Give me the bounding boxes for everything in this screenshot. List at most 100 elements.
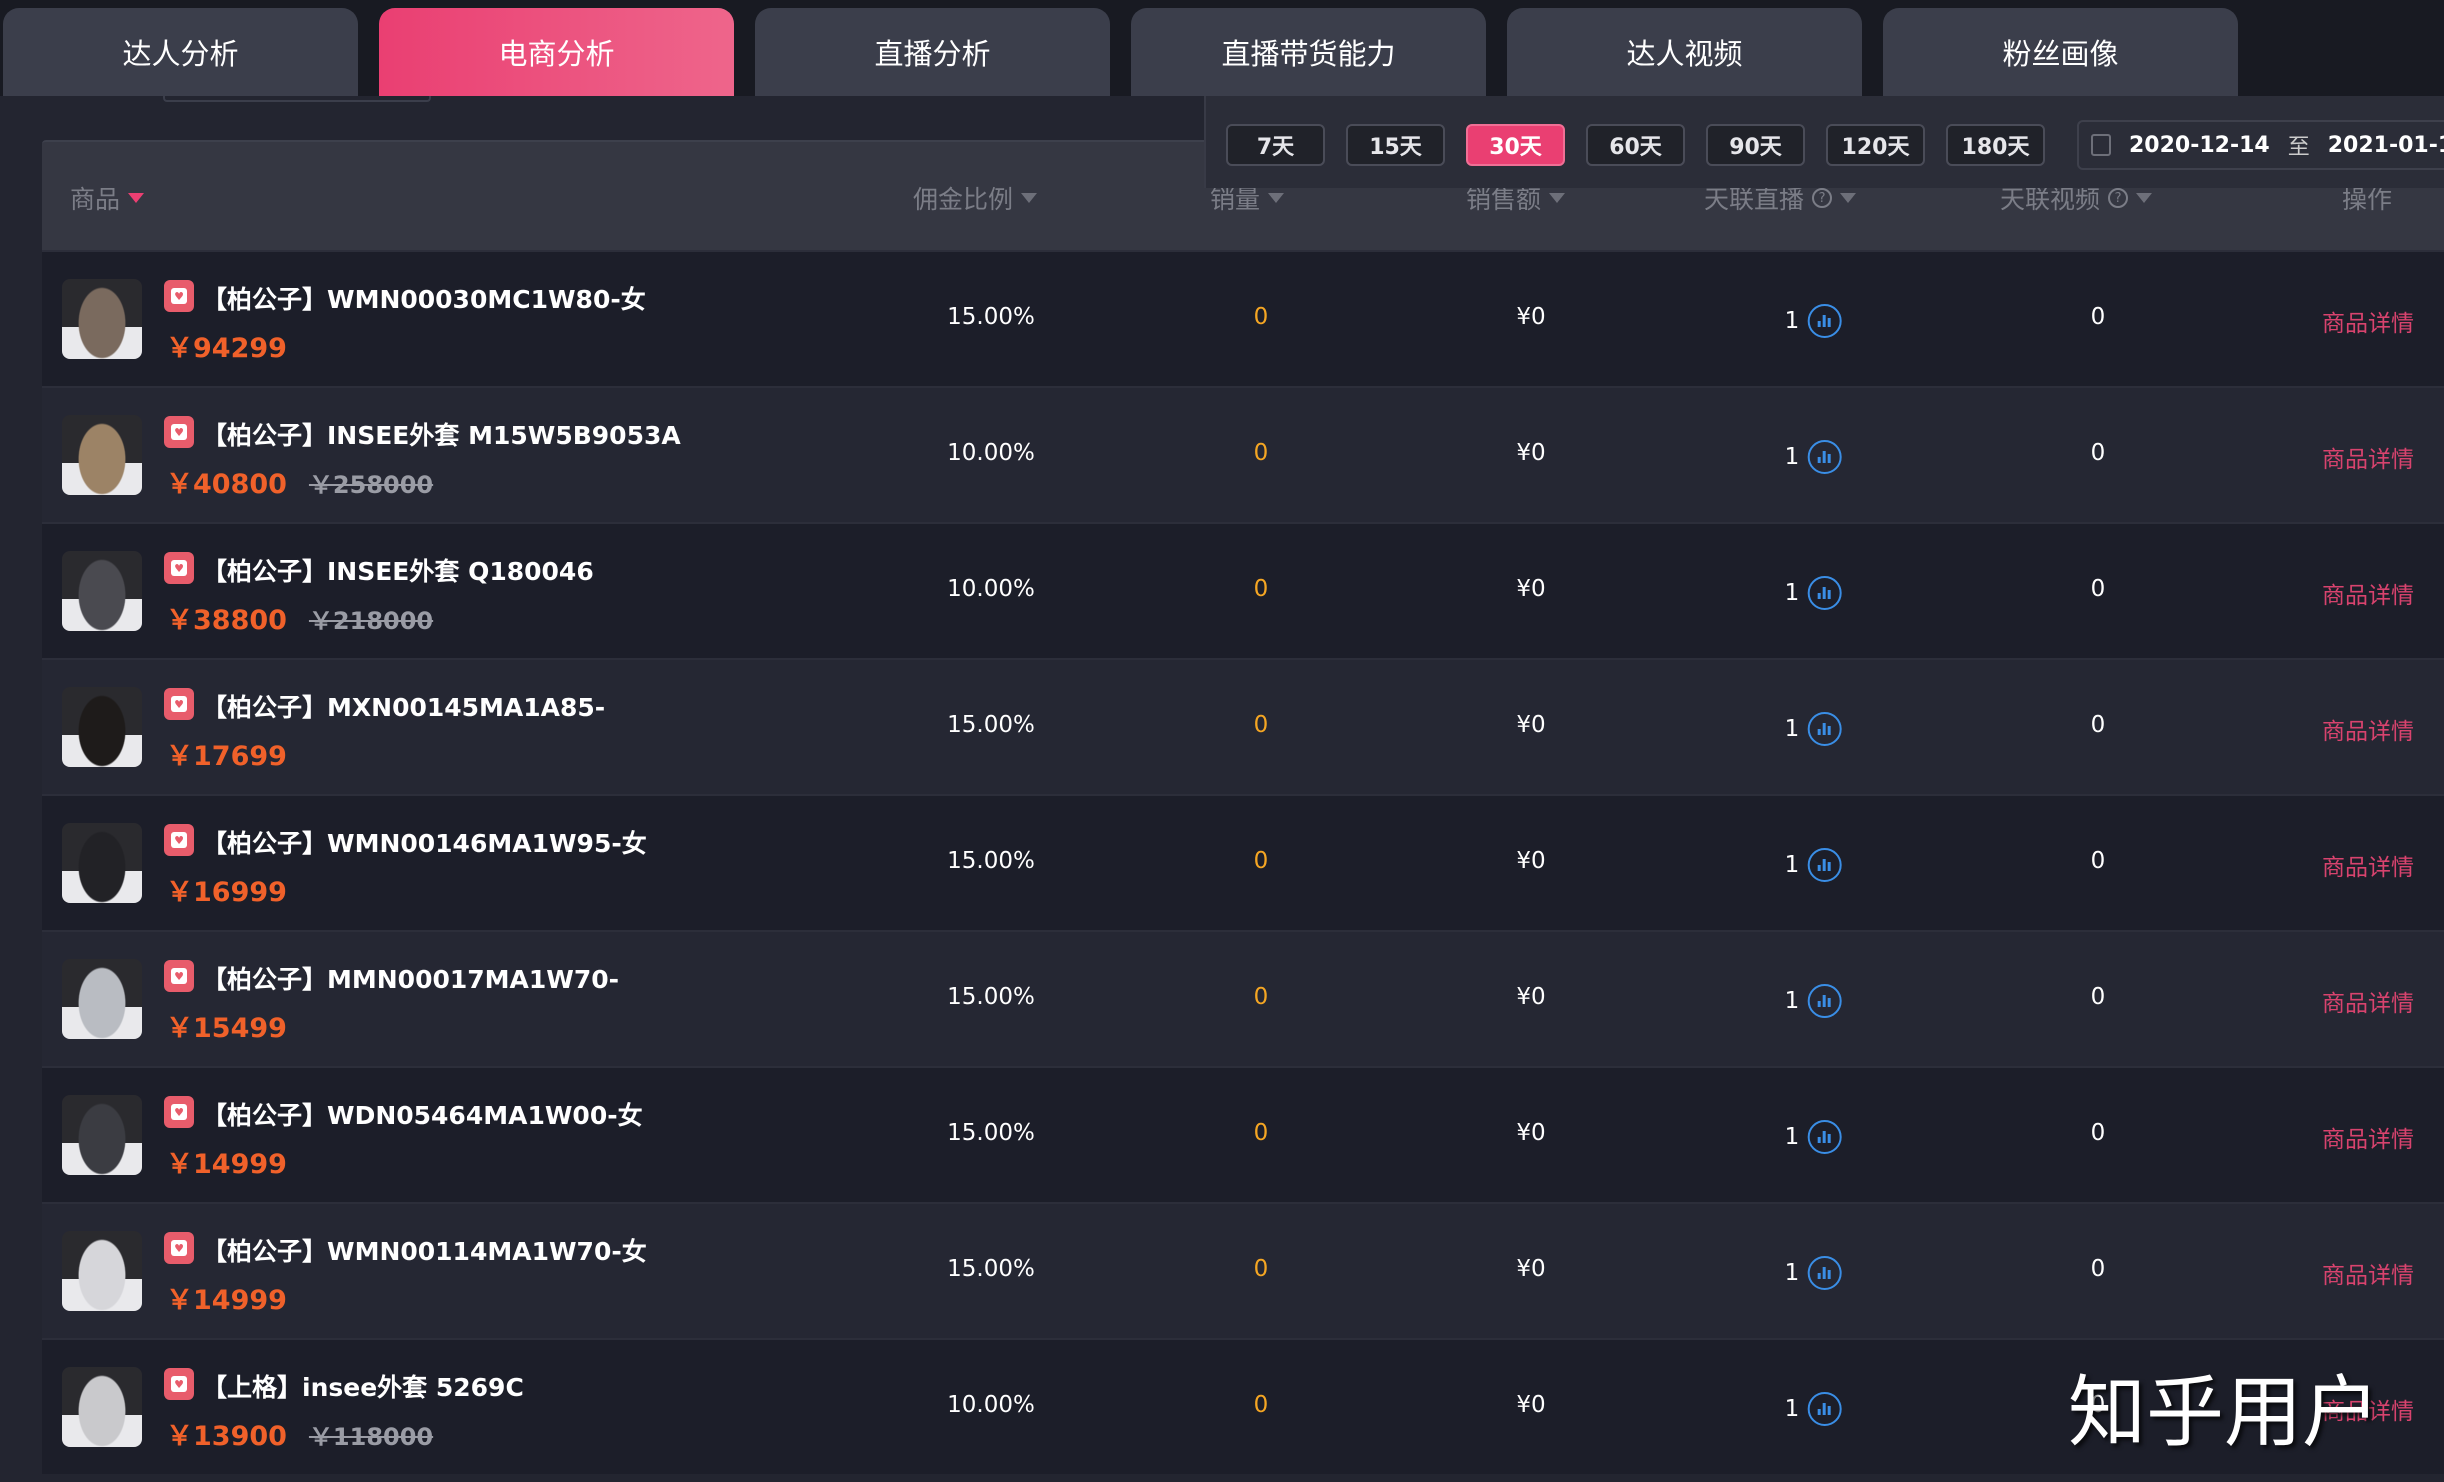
range-button[interactable]: 90天 bbox=[1706, 124, 1805, 166]
current-price: ￥40800 bbox=[166, 469, 287, 500]
table-row[interactable]: ♥ 【柏公子】INSEE外套 M15W5B9053A ￥40800 ￥258000… bbox=[42, 386, 2444, 522]
product-detail-link[interactable]: 商品详情 bbox=[2322, 984, 2414, 1018]
tab-2[interactable]: 直播分析 bbox=[755, 8, 1110, 96]
product-detail-link[interactable]: 商品详情 bbox=[2322, 1256, 2414, 1290]
product-thumbnail[interactable] bbox=[62, 1095, 142, 1175]
bar-chart-icon[interactable] bbox=[1807, 848, 1842, 882]
sales-value: 0 bbox=[1253, 1392, 1269, 1418]
sales-value: 0 bbox=[1253, 984, 1269, 1010]
live-count: 1 bbox=[1784, 988, 1800, 1014]
product-detail-link[interactable]: 商品详情 bbox=[2322, 712, 2414, 746]
live-cell: 1 bbox=[1785, 304, 1842, 338]
tab-underline bbox=[163, 96, 431, 102]
product-title[interactable]: 【柏公子】INSEE外套 M15W5B9053A bbox=[202, 416, 681, 452]
live-cell: 1 bbox=[1785, 440, 1842, 474]
product-thumbnail[interactable] bbox=[62, 687, 142, 767]
product-price: ￥16999 bbox=[166, 870, 287, 909]
product-detail-link[interactable]: 商品详情 bbox=[2322, 304, 2414, 338]
product-thumbnail[interactable] bbox=[62, 823, 142, 903]
product-thumbnail[interactable] bbox=[62, 1367, 142, 1447]
product-title[interactable]: 【柏公子】WMN00146MA1W95-女 bbox=[202, 824, 647, 860]
product-price: ￥14999 bbox=[166, 1278, 287, 1317]
tab-4[interactable]: 达人视频 bbox=[1507, 8, 1862, 96]
product-detail-link[interactable]: 商品详情 bbox=[2322, 440, 2414, 474]
revenue-value: ¥0 bbox=[1516, 440, 1546, 466]
range-button[interactable]: 120天 bbox=[1826, 124, 1925, 166]
product-title[interactable]: 【柏公子】INSEE外套 Q180046 bbox=[202, 552, 594, 588]
bar-chart-icon[interactable] bbox=[1807, 576, 1842, 610]
product-thumbnail[interactable] bbox=[62, 551, 142, 631]
table-row[interactable]: ♥ 【柏公子】MXN00145MA1A85- ￥17699 15.00% 0 ¥… bbox=[42, 658, 2444, 794]
product-title[interactable]: 【柏公子】WMN00114MA1W70-女 bbox=[202, 1232, 647, 1268]
live-cell: 1 bbox=[1785, 1392, 1842, 1426]
range-button[interactable]: 180天 bbox=[1946, 124, 2045, 166]
bar-chart-icon[interactable] bbox=[1807, 1256, 1842, 1290]
current-price: ￥16999 bbox=[166, 877, 287, 908]
shop-bag-icon: ♥ bbox=[164, 1096, 194, 1128]
product-thumbnail[interactable] bbox=[62, 1231, 142, 1311]
bar-chart-icon[interactable] bbox=[1807, 712, 1842, 746]
product-title[interactable]: 【柏公子】WMN00030MC1W80-女 bbox=[202, 280, 646, 316]
bar-chart-icon[interactable] bbox=[1807, 304, 1842, 338]
live-count: 1 bbox=[1784, 444, 1800, 470]
bar-chart-icon[interactable] bbox=[1807, 1120, 1842, 1154]
shop-bag-icon: ♥ bbox=[164, 1368, 194, 1400]
date-start[interactable]: 2020-12-14 bbox=[2129, 133, 2270, 158]
sort-caret-icon bbox=[1268, 193, 1285, 203]
range-button[interactable]: 30天 bbox=[1466, 124, 1565, 166]
table-row[interactable]: ♥ 【柏公子】WMN00146MA1W95-女 ￥16999 15.00% 0 … bbox=[42, 794, 2444, 930]
product-price: ￥17699 bbox=[166, 734, 287, 773]
product-table: 商品 佣金比例 销量 销售额 天联直播? 天联视频? 操作 ♥ 【柏公子】WMN… bbox=[42, 140, 2444, 1474]
commission-value: 15.00% bbox=[947, 712, 1035, 738]
table-body: ♥ 【柏公子】WMN00030MC1W80-女 ￥94299 15.00% 0 … bbox=[42, 250, 2444, 1474]
table-row[interactable]: ♥ 【上格】insee外套 5269C ￥13900 ￥118000 10.00%… bbox=[42, 1338, 2444, 1474]
table-row[interactable]: ♥ 【柏公子】WMN00030MC1W80-女 ￥94299 15.00% 0 … bbox=[42, 250, 2444, 386]
product-thumbnail[interactable] bbox=[62, 415, 142, 495]
header-product[interactable]: 商品 bbox=[70, 180, 145, 216]
table-row[interactable]: ♥ 【柏公子】WDN05464MA1W00-女 ￥14999 15.00% 0 … bbox=[42, 1066, 2444, 1202]
product-detail-link[interactable]: 商品详情 bbox=[2322, 1392, 2414, 1426]
product-title[interactable]: 【柏公子】MMN00017MA1W70- bbox=[202, 960, 619, 996]
range-button[interactable]: 60天 bbox=[1586, 124, 1685, 166]
product-detail-link[interactable]: 商品详情 bbox=[2322, 576, 2414, 610]
bar-chart-icon[interactable] bbox=[1807, 440, 1842, 474]
revenue-value: ¥0 bbox=[1516, 576, 1546, 602]
table-row[interactable]: ♥ 【柏公子】MMN00017MA1W70- ￥15499 15.00% 0 ¥… bbox=[42, 930, 2444, 1066]
video-value: 0 bbox=[2090, 1256, 2106, 1282]
sales-value: 0 bbox=[1253, 1256, 1269, 1282]
commission-value: 10.00% bbox=[947, 440, 1035, 466]
product-thumbnail[interactable] bbox=[62, 959, 142, 1039]
current-price: ￥14999 bbox=[166, 1285, 287, 1316]
range-button[interactable]: 15天 bbox=[1346, 124, 1445, 166]
tab-0[interactable]: 达人分析 bbox=[3, 8, 358, 96]
date-end[interactable]: 2021-01-1 bbox=[2328, 133, 2444, 158]
revenue-value: ¥0 bbox=[1516, 1392, 1546, 1418]
product-detail-link[interactable]: 商品详情 bbox=[2322, 848, 2414, 882]
product-thumbnail[interactable] bbox=[62, 279, 142, 359]
sort-caret-icon bbox=[1840, 193, 1857, 203]
product-price: ￥15499 bbox=[166, 1006, 287, 1045]
current-price: ￥38800 bbox=[166, 605, 287, 636]
commission-value: 15.00% bbox=[947, 1256, 1035, 1282]
tab-1[interactable]: 电商分析 bbox=[379, 8, 734, 96]
table-row[interactable]: ♥ 【柏公子】INSEE外套 Q180046 ￥38800 ￥218000 10.… bbox=[42, 522, 2444, 658]
table-row[interactable]: ♥ 【柏公子】WMN00114MA1W70-女 ￥14999 15.00% 0 … bbox=[42, 1202, 2444, 1338]
tab-3[interactable]: 直播带货能力 bbox=[1131, 8, 1486, 96]
revenue-value: ¥0 bbox=[1516, 304, 1546, 330]
range-button[interactable]: 7天 bbox=[1226, 124, 1325, 166]
video-value: 0 bbox=[2090, 712, 2106, 738]
live-count: 1 bbox=[1784, 308, 1800, 334]
bar-chart-icon[interactable] bbox=[1807, 984, 1842, 1018]
bar-chart-icon[interactable] bbox=[1807, 1392, 1842, 1426]
tab-5[interactable]: 粉丝画像 bbox=[1883, 8, 2238, 96]
date-range-picker[interactable]: 2020-12-14 至 2021-01-1 bbox=[2077, 120, 2444, 170]
header-commission[interactable]: 佣金比例 bbox=[913, 180, 1038, 216]
help-icon[interactable]: ? bbox=[1812, 188, 1833, 208]
product-title[interactable]: 【柏公子】WDN05464MA1W00-女 bbox=[202, 1096, 643, 1132]
product-detail-link[interactable]: 商品详情 bbox=[2322, 1120, 2414, 1154]
product-price: ￥40800 ￥258000 bbox=[166, 462, 433, 501]
help-icon[interactable]: ? bbox=[2108, 188, 2129, 208]
shop-bag-icon: ♥ bbox=[164, 1232, 194, 1264]
product-title[interactable]: 【柏公子】MXN00145MA1A85- bbox=[202, 688, 605, 724]
product-title[interactable]: 【上格】insee外套 5269C bbox=[202, 1368, 524, 1404]
